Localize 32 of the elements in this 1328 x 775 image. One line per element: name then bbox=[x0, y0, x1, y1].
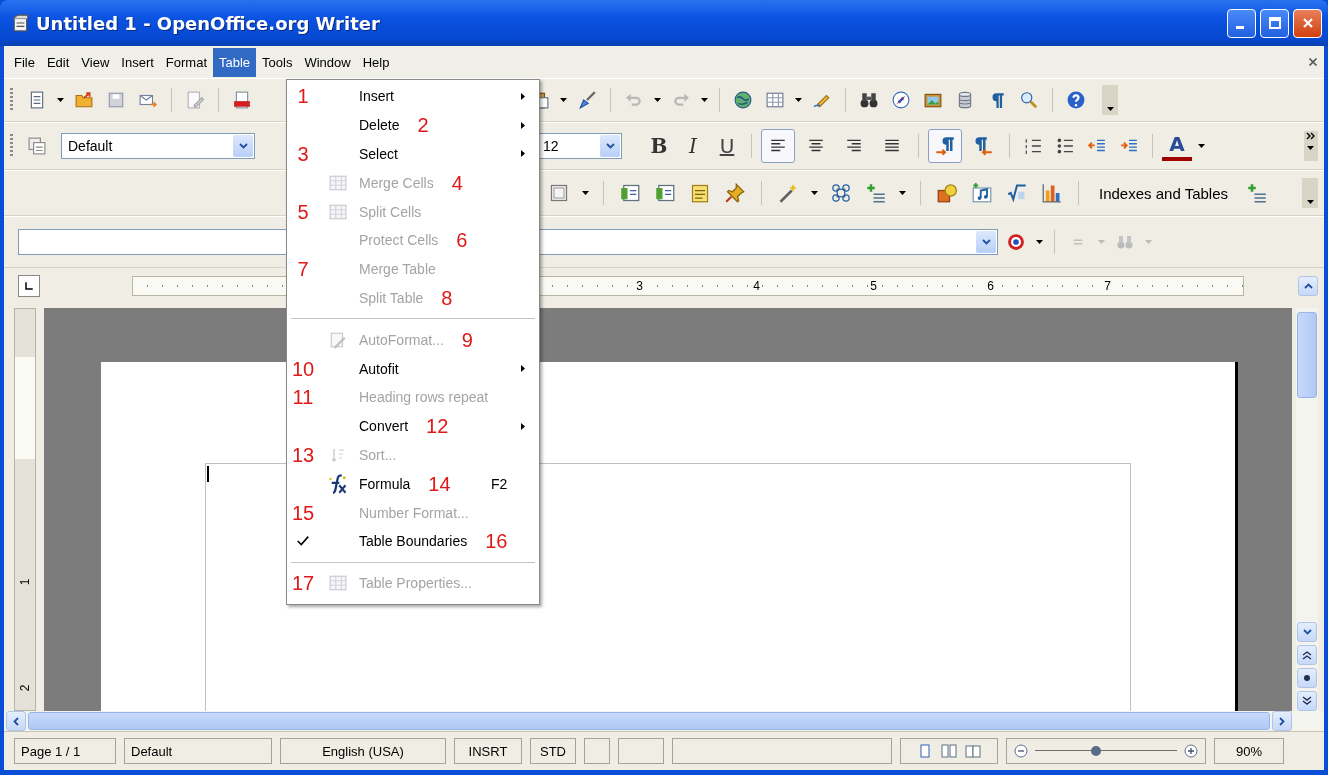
annotation-number: 1 bbox=[297, 86, 309, 107]
annotation-number: 9 bbox=[461, 329, 473, 350]
annotation-number: 6 bbox=[456, 230, 468, 251]
ruler-number: 1 bbox=[18, 578, 32, 586]
language: English (USA) bbox=[280, 738, 446, 764]
annotation-number: 15 bbox=[291, 502, 315, 523]
ruler-number: 7 bbox=[1102, 279, 1113, 293]
annotation-number: 3 bbox=[297, 144, 309, 164]
ruler-number: 3 bbox=[634, 279, 645, 293]
annotation-number: 14 bbox=[428, 473, 451, 494]
page-style: Default bbox=[124, 738, 272, 764]
page-count: Page 1 / 1 bbox=[14, 738, 116, 764]
annotation-number: 5 bbox=[297, 201, 309, 222]
annotation-number: 10 bbox=[291, 358, 315, 379]
ruler-number: 2 bbox=[18, 684, 32, 692]
annotation-number: 7 bbox=[297, 259, 309, 280]
shortcut: F2 bbox=[491, 475, 508, 492]
annotation-number: 11 bbox=[292, 387, 314, 408]
selection-mode: STD bbox=[530, 738, 576, 764]
annotation-number: 4 bbox=[451, 172, 463, 193]
ruler-number: 4 bbox=[751, 279, 762, 293]
annotation-number: 13 bbox=[291, 444, 315, 465]
insert-mode: INSRT bbox=[454, 738, 522, 764]
ruler-number: 5 bbox=[868, 279, 879, 293]
annotation-number: 8 bbox=[441, 287, 453, 308]
annotation-number: 12 bbox=[426, 416, 449, 437]
ruler-number: 6 bbox=[985, 279, 996, 293]
annotation-number: 17 bbox=[291, 573, 315, 594]
zoom-level: 90% bbox=[1214, 738, 1284, 764]
annotation-number: 2 bbox=[417, 115, 429, 136]
window-title: Untitled 1 - OpenOffice.org Writer bbox=[36, 12, 380, 34]
annotation-number: 16 bbox=[485, 531, 508, 552]
